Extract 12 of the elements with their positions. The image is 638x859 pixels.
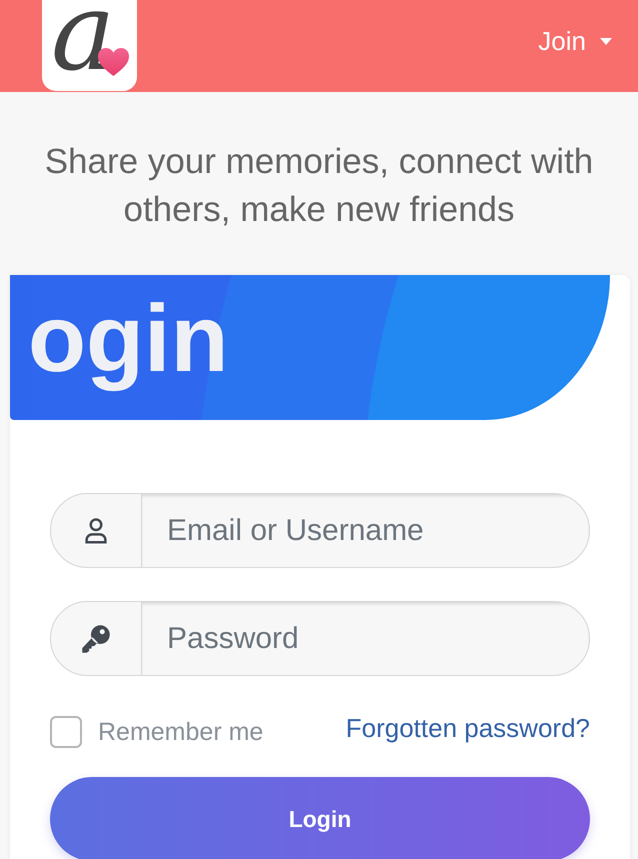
- key-icon: [81, 624, 111, 654]
- logo[interactable]: a: [42, 0, 137, 91]
- card-title: ogin: [28, 285, 228, 394]
- tagline: Share your memories, connect with others, make new friends: [44, 141, 594, 231]
- forgot-password-link[interactable]: Forgotten password?: [346, 712, 590, 744]
- password-field[interactable]: Password: [50, 601, 590, 676]
- login-button[interactable]: Login: [50, 777, 590, 859]
- logo-letter: a: [51, 0, 116, 71]
- remember-checkbox[interactable]: [50, 716, 82, 748]
- remember-label: Remember me: [98, 718, 264, 746]
- username-field[interactable]: Email or Username: [50, 493, 590, 568]
- caret-icon: [600, 38, 612, 44]
